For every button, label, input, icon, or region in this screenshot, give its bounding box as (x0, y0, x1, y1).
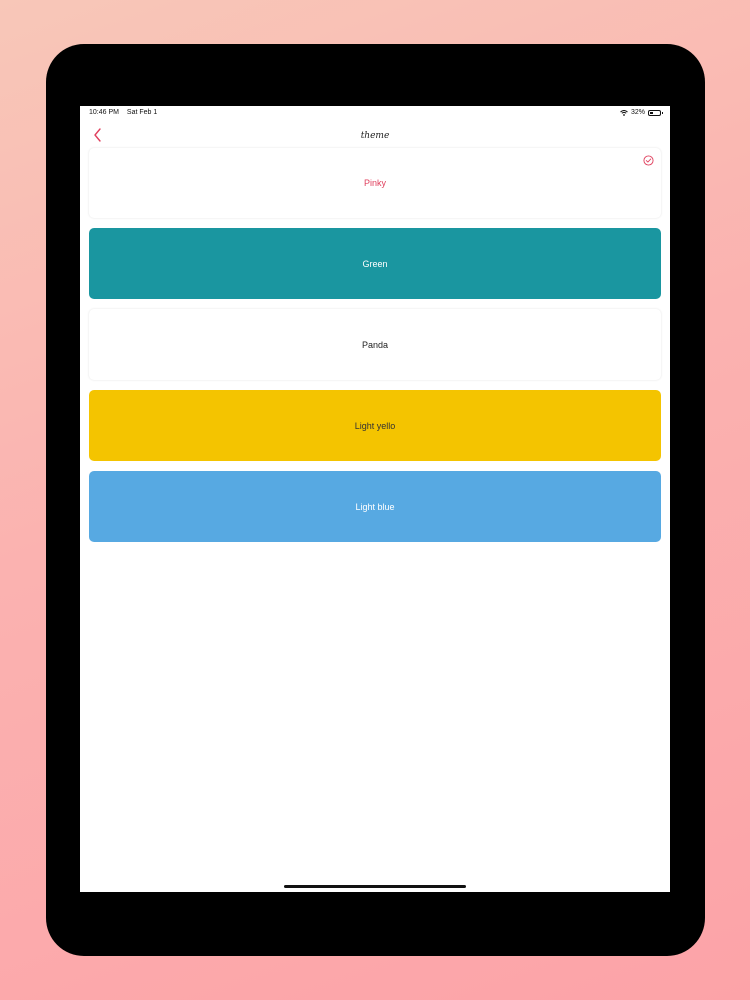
status-time: 10:46 PM (89, 109, 119, 116)
theme-label-light-yellow: Light yello (354, 420, 396, 431)
status-bar: 10:46 PM Sat Feb 1 32% (80, 106, 670, 120)
app-screen: 10:46 PM Sat Feb 1 32% theme Pinky Green… (80, 106, 670, 892)
theme-label-green: Green (362, 258, 388, 269)
page-title: theme (360, 131, 390, 141)
theme-label-pinky: Pinky (363, 178, 386, 188)
home-indicator[interactable] (284, 885, 466, 888)
ipad-frame: 10:46 PM Sat Feb 1 32% theme Pinky Green… (46, 44, 705, 956)
battery-percent: 32% (630, 109, 645, 116)
theme-label-light-blue: Light blue (355, 501, 395, 512)
status-date: Sat Feb 1 (126, 109, 158, 116)
wifi-icon (620, 109, 628, 116)
theme-option-light-blue[interactable]: Light blue (89, 471, 661, 542)
selected-check-icon (643, 155, 654, 166)
theme-list: Pinky Green Panda Light yello Light blue (89, 148, 661, 552)
theme-option-light-yellow[interactable]: Light yello (89, 390, 661, 461)
battery-icon (648, 109, 663, 116)
theme-option-green[interactable]: Green (89, 228, 661, 299)
theme-option-pinky[interactable]: Pinky (89, 148, 661, 218)
theme-option-panda[interactable]: Panda (89, 309, 661, 380)
theme-label-panda: Panda (361, 339, 389, 350)
